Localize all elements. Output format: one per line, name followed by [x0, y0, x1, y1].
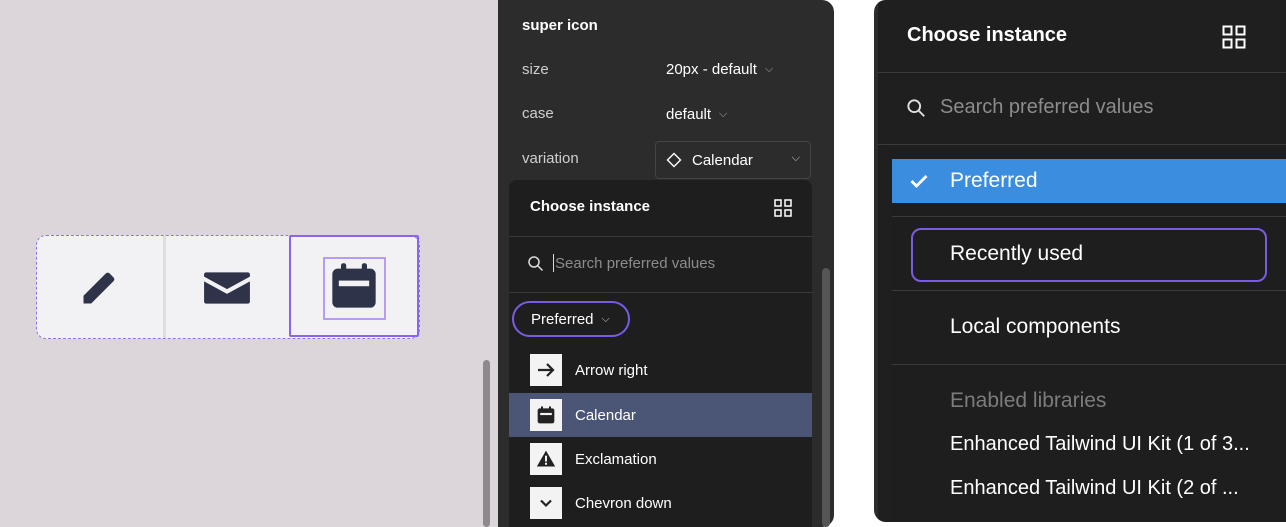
properties-scrollbar[interactable]	[822, 268, 830, 527]
search-placeholder: Search preferred values	[940, 96, 1154, 118]
menu-item-label: Enhanced Tailwind UI Kit (2 of ...	[950, 476, 1239, 499]
menu-item-library-2[interactable]: Enhanced Tailwind UI Kit (2 of ...	[892, 466, 1286, 510]
canvas-scrollbar[interactable]	[483, 360, 490, 527]
envelope-icon	[204, 272, 251, 304]
component-instance-icon	[666, 152, 682, 168]
pencil-icon	[83, 272, 115, 304]
variation-value: Calendar	[692, 151, 753, 169]
size-value: 20px - default	[666, 61, 757, 78]
instance-item-exclamation[interactable]: Exclamation	[509, 437, 812, 481]
chevron-down-icon: ⌵	[601, 312, 610, 325]
divider	[878, 144, 1286, 145]
item-label: Calendar	[575, 406, 636, 424]
size-select[interactable]: 20px - default ⌵	[666, 61, 773, 78]
preferred-filter-button[interactable]: Preferred ⌵	[512, 301, 630, 337]
exclamation-triangle-icon	[536, 450, 556, 467]
divider	[878, 72, 1286, 73]
item-label: Arrow right	[575, 361, 648, 379]
chevron-down-icon: ⌵	[719, 108, 728, 120]
choose-instance-popup: Choose instance Search preferred values …	[509, 180, 812, 527]
menu-section-enabled-libraries: Enabled libraries	[892, 379, 1286, 423]
case-select[interactable]: default ⌵	[666, 106, 727, 123]
source-menu: Preferred Recently used Local components…	[892, 147, 1286, 522]
checkmark-icon	[910, 175, 928, 188]
chevron-down-icon: ⌵	[791, 152, 800, 164]
menu-separator	[892, 216, 1286, 217]
menu-item-label: Enhanced Tailwind UI Kit (1 of 3...	[950, 432, 1250, 455]
instance-item-arrow-right[interactable]: Arrow right	[509, 348, 812, 392]
instance-item-calendar[interactable]: Calendar	[509, 393, 812, 437]
menu-separator	[892, 364, 1286, 365]
design-canvas[interactable]	[0, 0, 500, 527]
variation-label: variation	[522, 150, 579, 167]
divider	[509, 292, 812, 293]
item-label: Chevron down	[575, 494, 672, 512]
text-caret	[553, 254, 554, 272]
zoomed-title: Choose instance	[907, 24, 1068, 46]
variation-select[interactable]: Calendar ⌵	[655, 141, 811, 179]
search-icon	[528, 255, 544, 271]
zoomed-choose-instance: Choose instance Search preferred values …	[874, 0, 1286, 522]
chevron-down-icon	[540, 499, 552, 508]
menu-item-local-components[interactable]: Local components	[892, 305, 1286, 349]
item-thumbnail	[530, 354, 562, 386]
calendar-icon	[537, 406, 555, 424]
section-header-label: Enabled libraries	[950, 389, 1107, 412]
menu-item-label: Preferred	[950, 169, 1038, 192]
chevron-down-icon: ⌵	[764, 63, 774, 75]
popup-title: Choose instance	[530, 198, 651, 215]
search-placeholder: Search preferred values	[555, 254, 716, 272]
search-icon	[907, 98, 925, 117]
icon-cell-calendar[interactable]	[289, 235, 419, 337]
zoomed-search-input[interactable]: Search preferred values	[906, 96, 1153, 119]
selection-outline	[323, 257, 386, 320]
highlight-outline	[911, 228, 1267, 282]
menu-item-label: Local components	[950, 315, 1121, 338]
case-label: case	[522, 105, 554, 122]
item-thumbnail	[530, 399, 562, 431]
icon-row-frame[interactable]	[36, 235, 420, 339]
component-title: super icon	[522, 17, 598, 34]
item-thumbnail	[530, 487, 562, 519]
grid-view-icon[interactable]	[774, 199, 792, 217]
search-input[interactable]: Search preferred values	[527, 254, 715, 272]
arrow-right-icon	[538, 363, 555, 377]
case-value: default	[666, 106, 712, 123]
instance-item-chevron-down[interactable]: Chevron down	[509, 481, 812, 525]
item-label: Exclamation	[575, 450, 657, 468]
filter-label: Preferred	[531, 310, 594, 328]
divider	[509, 236, 812, 237]
icon-cell-envelope[interactable]	[162, 236, 289, 338]
grid-view-icon[interactable]	[1222, 25, 1246, 49]
icon-cell-pencil[interactable]	[37, 236, 163, 338]
size-label: size	[522, 61, 549, 78]
menu-separator	[892, 290, 1286, 291]
menu-item-preferred[interactable]: Preferred	[892, 159, 1286, 203]
item-thumbnail	[530, 443, 562, 475]
menu-item-library-1[interactable]: Enhanced Tailwind UI Kit (1 of 3...	[892, 422, 1286, 466]
